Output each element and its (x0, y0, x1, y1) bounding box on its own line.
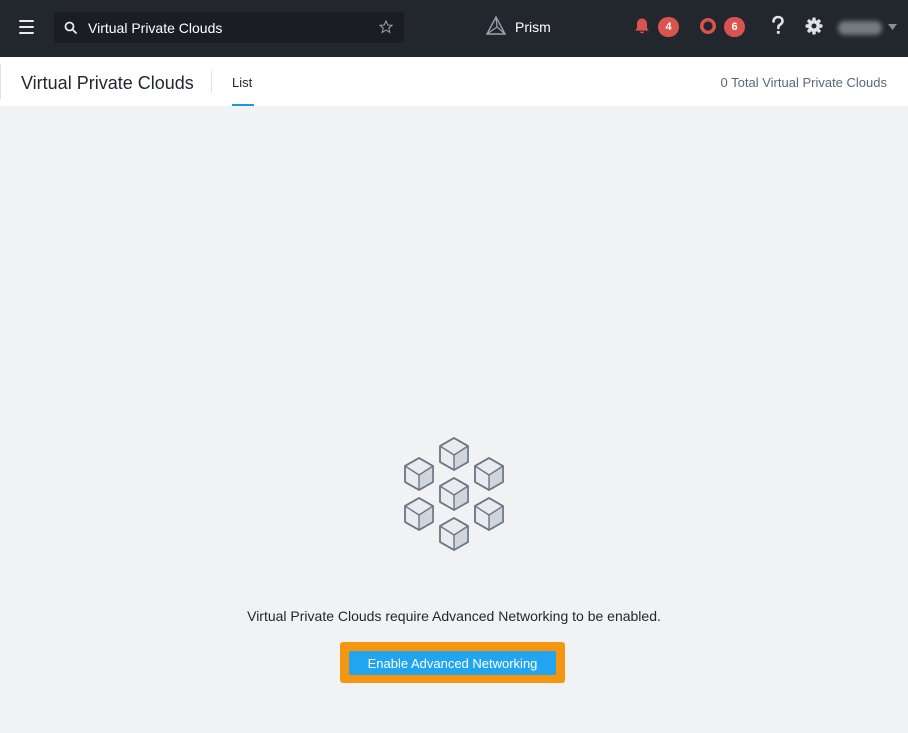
star-icon[interactable] (379, 20, 393, 34)
active-tab-indicator (232, 104, 254, 106)
user-menu[interactable] (838, 17, 900, 39)
search-bar[interactable] (54, 12, 404, 43)
alerts-indicator[interactable]: 4 (633, 16, 681, 38)
ring-icon (699, 17, 717, 35)
hexagonal-cubes-icon (404, 437, 504, 551)
header-edge-divider (0, 64, 1, 99)
page-title: Virtual Private Clouds (21, 73, 194, 93)
search-icon (64, 21, 77, 34)
search-input[interactable] (88, 12, 378, 43)
user-name-redacted (838, 21, 882, 35)
menu-icon[interactable] (19, 18, 35, 34)
help-icon[interactable] (770, 15, 786, 37)
brand-label: Prism (515, 19, 551, 35)
prism-logo-icon (486, 16, 506, 35)
bell-icon (635, 18, 649, 34)
total-count: 0 Total Virtual Private Clouds (720, 75, 887, 90)
chevron-down-icon (888, 24, 897, 30)
page-header: Virtual Private Clouds List 0 Total Virt… (0, 57, 908, 106)
gear-icon[interactable] (805, 17, 823, 35)
enable-advanced-networking-button[interactable]: Enable Advanced Networking (349, 651, 556, 675)
events-count-badge: 6 (724, 17, 745, 37)
tab-list-label: List (232, 75, 253, 90)
title-divider (211, 71, 212, 93)
empty-state-message: Virtual Private Clouds require Advanced … (247, 608, 661, 624)
top-navigation-bar: Prism 4 6 (0, 0, 908, 57)
alerts-count-badge: 4 (658, 17, 679, 37)
events-indicator[interactable]: 6 (699, 16, 747, 38)
